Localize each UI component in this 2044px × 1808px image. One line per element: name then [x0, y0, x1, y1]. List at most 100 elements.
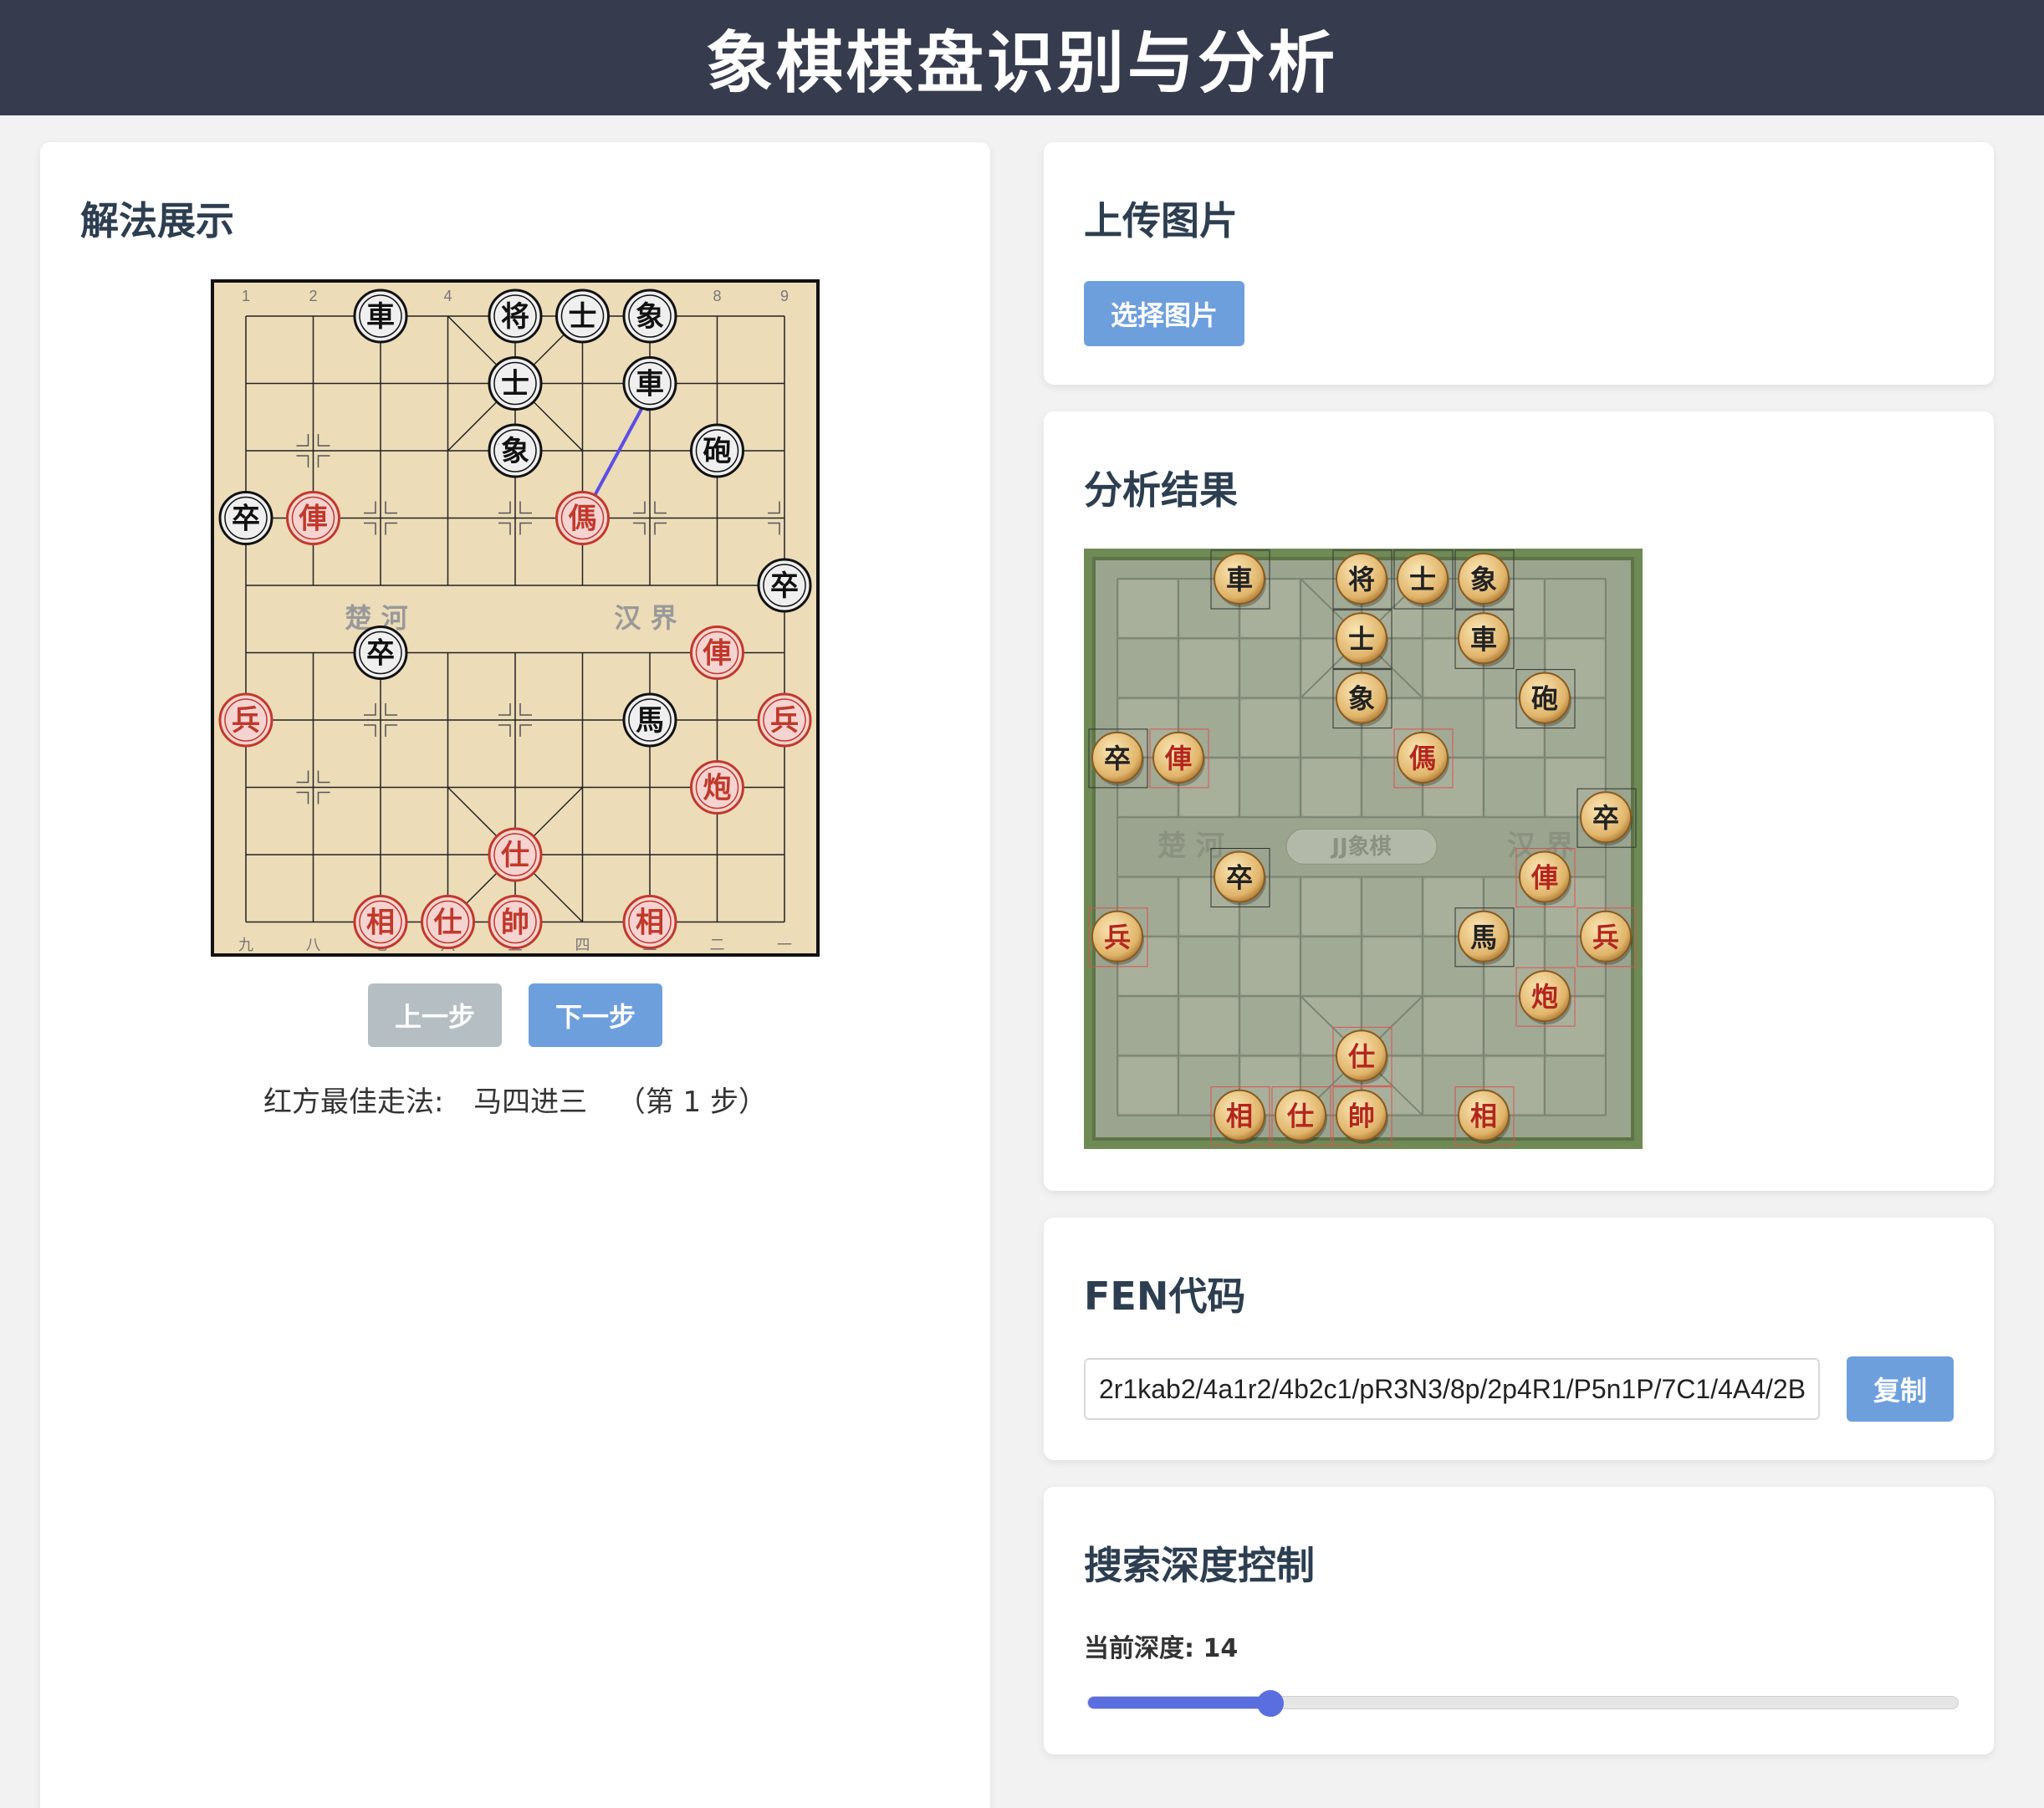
- file-number-bottom: 一: [777, 937, 792, 954]
- solution-panel: 解法展示 123456789九八七六五四三二一楚 河汉 界 車将士象士車象砲卒俥…: [40, 142, 990, 1808]
- depth-label-text: 当前深度:: [1084, 1634, 1194, 1663]
- red-piece[interactable]: 仕: [421, 895, 475, 949]
- fen-panel: FEN代码 2r1kab2/4a1r2/4b2c1/pR3N3/8p/2p4R1…: [1044, 1218, 1994, 1460]
- piece-label: 卒: [770, 569, 799, 603]
- photo-river-left: 楚 河: [1157, 830, 1224, 863]
- black-piece[interactable]: 卒: [218, 491, 273, 545]
- photo-piece-label: 士: [1409, 564, 1436, 595]
- red-piece[interactable]: 俥: [690, 626, 744, 680]
- prev-step-button[interactable]: 上一步: [368, 983, 502, 1047]
- photo-piece-label: 仕: [1348, 1040, 1375, 1072]
- black-piece[interactable]: 卒: [353, 626, 408, 680]
- copy-fen-button[interactable]: 复制: [1847, 1356, 1954, 1422]
- fen-title: FEN代码: [1084, 1274, 1246, 1319]
- piece-label: 相: [636, 907, 664, 940]
- piece-label: 炮: [703, 772, 732, 805]
- photo-piece-label: 相: [1470, 1101, 1497, 1132]
- red-piece[interactable]: 傌: [555, 491, 610, 545]
- piece-label: 仕: [434, 907, 462, 940]
- piece-label: 兵: [232, 704, 260, 738]
- photo-piece-label: 象: [1348, 683, 1375, 715]
- red-piece[interactable]: 相: [622, 895, 677, 949]
- photo-piece-label: 車: [1226, 564, 1253, 595]
- photo-piece-label: 兵: [1104, 922, 1131, 953]
- piece-label: 卒: [366, 637, 395, 671]
- recognized-board-image: JJ象棋楚 河汉 界 車将士象士 車象 砲卒俥傌卒卒 俥兵馬兵炮仕相仕帥相: [1084, 549, 1643, 1149]
- photo-piece-label: 車: [1470, 623, 1497, 655]
- fen-input[interactable]: 2r1kab2/4a1r2/4b2c1/pR3N3/8p/2p4R1/P5n1P…: [1084, 1358, 1820, 1420]
- red-piece[interactable]: 兵: [757, 692, 812, 748]
- piece-label: 傌: [569, 503, 597, 536]
- photo-piece-label: 砲: [1531, 683, 1558, 715]
- piece-label: 馬: [636, 704, 664, 738]
- piece-label: 俥: [299, 503, 328, 536]
- photo-piece-label: 卒: [1592, 802, 1619, 834]
- next-step-button[interactable]: 下一步: [529, 983, 662, 1047]
- black-piece[interactable]: 車: [353, 289, 408, 344]
- black-piece[interactable]: 砲: [690, 423, 744, 478]
- app-title: 象棋棋盘识别与分析: [706, 24, 1338, 102]
- file-number-bottom: 九: [238, 937, 253, 954]
- red-piece[interactable]: 仕: [488, 827, 543, 882]
- piece-label: 車: [366, 300, 395, 334]
- piece-label: 相: [366, 907, 395, 940]
- photo-piece-label: 相: [1226, 1101, 1253, 1132]
- piece-label: 砲: [703, 435, 732, 468]
- analysis-panel: 分析结果 JJ象棋楚 河汉 界 車将士象士車象砲卒俥傌卒卒俥兵馬兵炮仕相仕帥相: [1044, 411, 1994, 1191]
- xiangqi-board[interactable]: 123456789九八七六五四三二一楚 河汉 界 車将士象士車象砲卒俥傌卒卒俥兵…: [211, 279, 820, 957]
- piece-label: 士: [569, 300, 597, 334]
- depth-slider-track[interactable]: [1087, 1696, 1959, 1709]
- file-number-top: 4: [443, 288, 452, 304]
- solution-title: 解法展示: [80, 198, 234, 243]
- photo-piece-label: 卒: [1226, 862, 1253, 894]
- red-piece[interactable]: 相: [353, 895, 408, 949]
- photo-brand-watermark: JJ象棋: [1330, 834, 1391, 860]
- red-piece[interactable]: 俥: [286, 491, 340, 545]
- photo-piece-label: 士: [1348, 623, 1375, 655]
- piece-label: 車: [636, 368, 664, 401]
- black-piece[interactable]: 象: [488, 423, 543, 478]
- piece-label: 象: [636, 300, 664, 334]
- photo-piece-label: 仕: [1287, 1101, 1314, 1132]
- red-piece[interactable]: 兵: [218, 692, 273, 748]
- app-header: 象棋棋盘识别与分析: [0, 0, 2044, 115]
- piece-label: 卒: [232, 503, 260, 536]
- best-move-label: 红方最佳走法:: [263, 1085, 444, 1119]
- analysis-title: 分析结果: [1084, 467, 1238, 513]
- photo-piece-label: 馬: [1470, 922, 1497, 953]
- red-piece[interactable]: 炮: [690, 760, 744, 815]
- photo-piece-label: 俥: [1530, 862, 1558, 894]
- depth-slider-thumb[interactable]: [1256, 1690, 1284, 1717]
- depth-title: 搜索深度控制: [1084, 1543, 1315, 1588]
- depth-label: 当前深度: 14: [1084, 1627, 1238, 1664]
- piece-label: 俥: [703, 637, 732, 671]
- upload-panel: 上传图片 选择图片: [1044, 142, 1994, 385]
- depth-value: 14: [1203, 1634, 1239, 1663]
- piece-label: 象: [501, 435, 529, 468]
- black-piece[interactable]: 卒: [757, 558, 812, 613]
- black-piece[interactable]: 車: [622, 356, 677, 411]
- black-piece[interactable]: 士: [555, 289, 610, 344]
- black-piece[interactable]: 将: [488, 289, 543, 344]
- photo-piece-label: 帥: [1348, 1101, 1375, 1132]
- file-number-top: 9: [780, 288, 789, 304]
- file-number-bottom: 八: [306, 937, 321, 954]
- choose-image-button[interactable]: 选择图片: [1084, 281, 1244, 346]
- step-indicator: （第 1 步）: [616, 1085, 767, 1119]
- black-piece[interactable]: 象: [622, 289, 677, 344]
- photo-piece-label: 兵: [1592, 922, 1619, 953]
- piece-label: 士: [501, 368, 529, 401]
- photo-piece-label: 炮: [1531, 981, 1558, 1013]
- river-label-right: 汉 界: [614, 602, 677, 634]
- piece-label: 兵: [770, 704, 799, 738]
- piece-label: 帥: [501, 907, 529, 940]
- best-move-text: 红方最佳走法: 马四进三 （第 1 步）: [40, 1079, 990, 1120]
- file-number-bottom: 四: [575, 937, 590, 954]
- red-piece[interactable]: 帥: [488, 895, 543, 949]
- black-piece[interactable]: 士: [488, 356, 543, 411]
- piece-label: 将: [501, 300, 529, 334]
- depth-slider-fill: [1088, 1697, 1271, 1708]
- black-piece[interactable]: 馬: [622, 692, 677, 748]
- file-number-top: 1: [242, 288, 250, 304]
- photo-piece-label: 将: [1348, 564, 1375, 595]
